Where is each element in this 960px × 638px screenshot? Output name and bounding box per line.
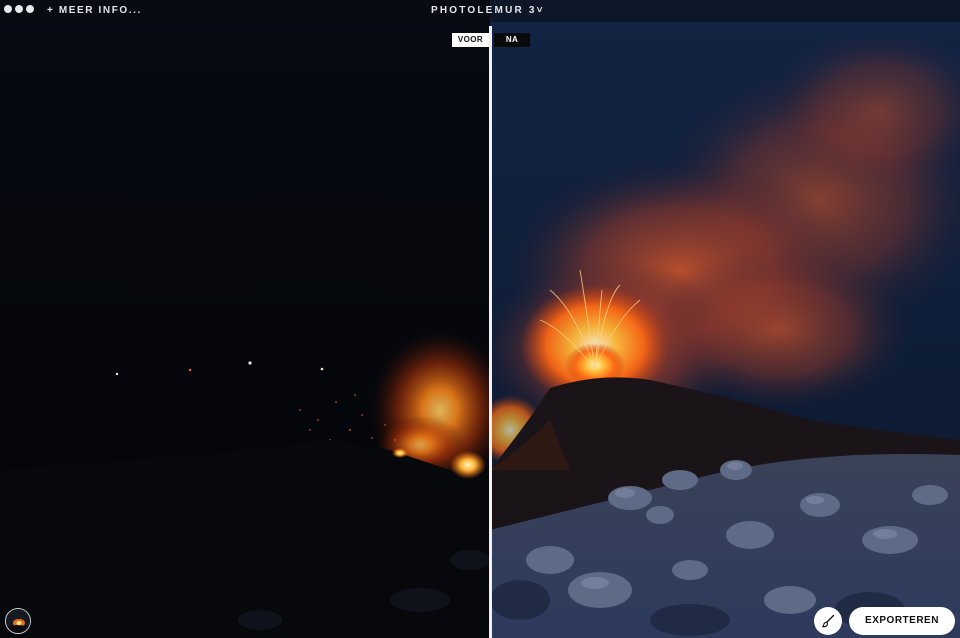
before-image [0,0,490,638]
compare-slider-divider[interactable] [489,26,492,638]
brush-icon [821,614,835,628]
dot-icon [15,5,23,13]
photolemur-window: + MEER INFO... PHOTOLEMUR 3˅ VOOR NA EXP… [0,0,960,638]
thumbnail-icon [6,609,30,633]
app-title-menu[interactable]: PHOTOLEMUR 3˅ [431,5,545,16]
before-label: VOOR [452,33,489,47]
dot-icon [26,5,34,13]
after-image [490,0,960,638]
export-button[interactable]: EXPORTEREN [849,607,955,635]
brush-button[interactable] [814,607,842,635]
app-title-label: PHOTOLEMUR 3 [431,5,537,16]
after-label: NA [494,33,530,47]
dot-icon [4,5,12,13]
more-info-link[interactable]: + MEER INFO... [47,5,142,16]
window-menu-dots[interactable] [4,5,34,13]
chevron-down-icon: ˅ [536,5,545,16]
image-thumbnail[interactable] [5,608,31,634]
title-bar: + MEER INFO... PHOTOLEMUR 3˅ [0,0,960,22]
